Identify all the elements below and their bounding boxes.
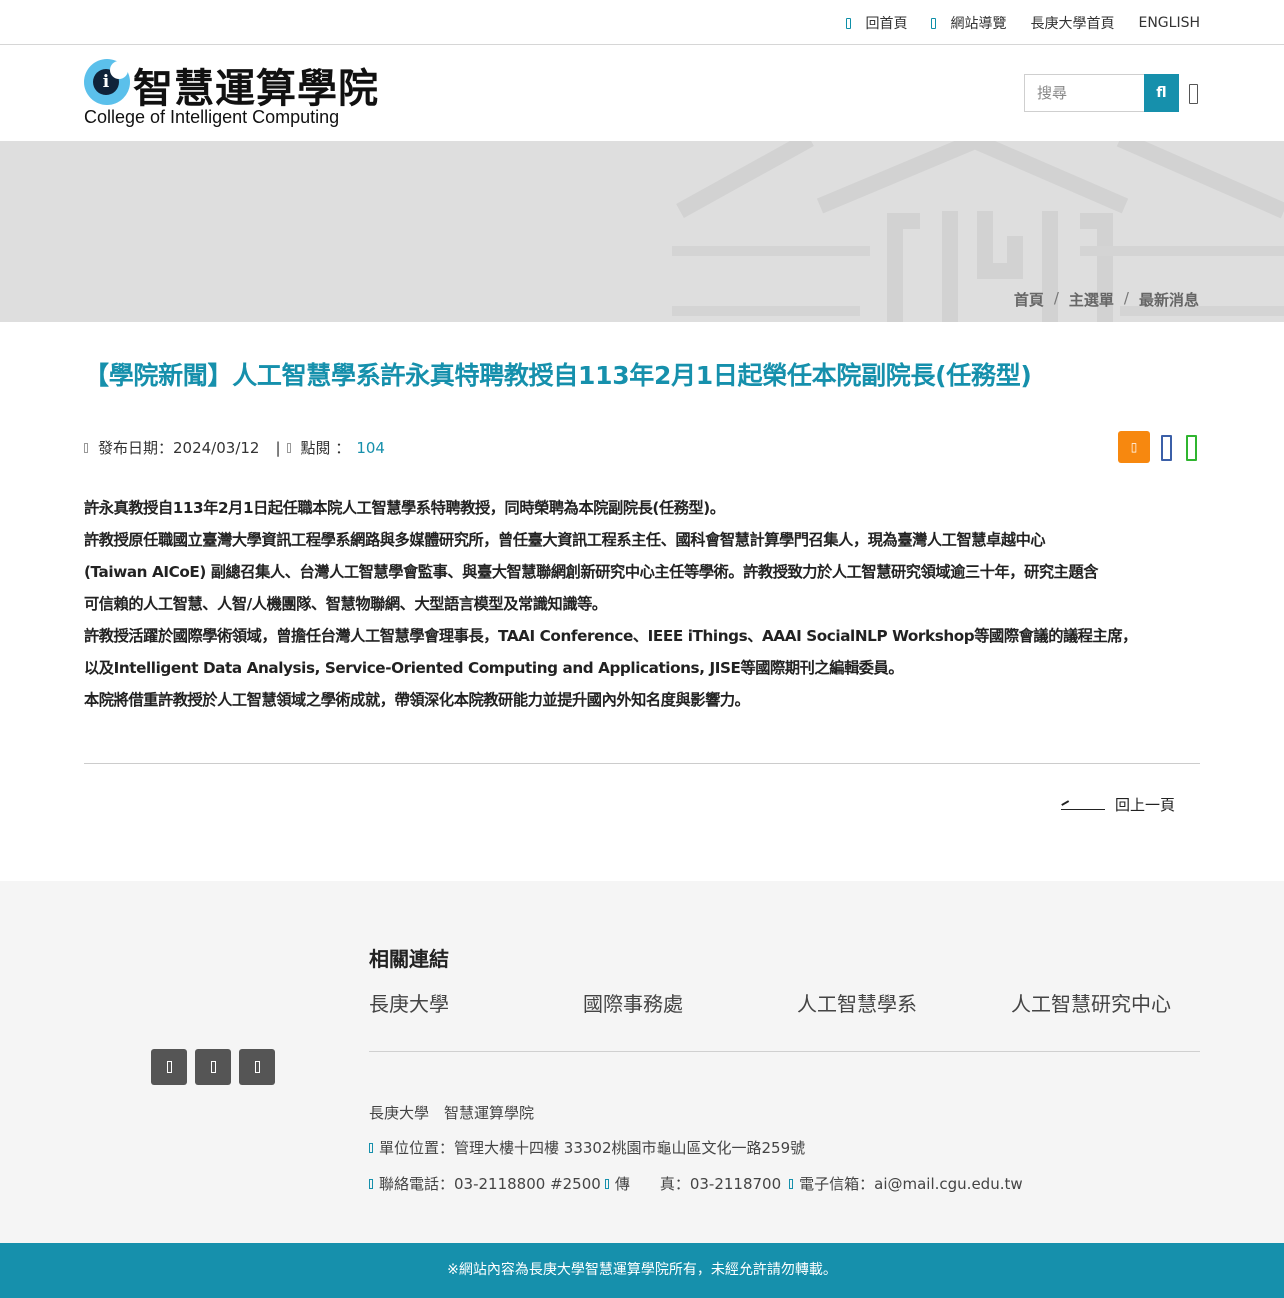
related-link-cgu[interactable]: 長庚大學 (369, 988, 583, 1017)
back-button[interactable]: 回上一頁 (1061, 794, 1175, 815)
home-link[interactable]: 回首頁 (846, 13, 907, 33)
breadcrumb-main-menu[interactable]: 主選單 (1069, 289, 1114, 310)
arrow-left-icon (1061, 799, 1105, 811)
footer-address: 單位位置：管理大樓十四樓 33302桃園市龜山區文化一路259號 (369, 1137, 805, 1158)
article-paragraph: 可信賴的人工智慧、人智/人機團隊、智慧物聯網、大型語言模型及常識知識等。 (84, 595, 607, 613)
site-footer: 相關連結 長庚大學 國際事務處 人工智慧學系 人工智慧研究中心 長庚大學 智慧運… (0, 881, 1284, 1243)
related-links: 長庚大學 國際事務處 人工智慧學系 人工智慧研究中心 (369, 988, 1225, 1017)
related-link-international-affairs[interactable]: 國際事務處 (583, 988, 797, 1017)
related-link-ai-department[interactable]: 人工智慧學系 (797, 988, 1011, 1017)
english-link[interactable]: ENGLISH (1138, 13, 1200, 33)
search-input[interactable] (1024, 74, 1144, 112)
article-body: 許永真教授自113年2月1日起任職本院人工智慧學系特聘教授，同時榮聘為本院副院長… (84, 492, 1200, 716)
search-button[interactable]: fl (1144, 74, 1179, 112)
youtube-icon[interactable] (195, 1049, 231, 1085)
line-share-icon[interactable] (1186, 435, 1197, 461)
article-paragraph: 許永真教授自113年2月1日起任職本院人工智慧學系特聘教授，同時榮聘為本院副院長… (84, 499, 725, 517)
back-label: 回上一頁 (1115, 796, 1176, 814)
page-banner: 首頁 / 主選單 / 最新消息 (0, 141, 1284, 322)
university-home-link[interactable]: 長庚大學首頁 (1030, 13, 1114, 33)
article-meta: 發布日期：2024/03/12 | 點閱 ： 104 (84, 437, 385, 458)
publish-date: 發布日期：2024/03/12 (98, 439, 260, 457)
menu-icon[interactable] (1189, 84, 1198, 104)
fax-icon (604, 1178, 609, 1189)
share-buttons: ▯ (1118, 431, 1200, 463)
views-count: 104 (356, 438, 385, 457)
article-title: 【學院新聞】人工智慧學系許永真特聘教授自113年2月1日起榮任本院副院長(任務型… (84, 361, 1032, 390)
breadcrumb-home[interactable]: 首頁 (1014, 289, 1044, 310)
footer-divider (369, 1051, 1200, 1052)
phone-icon (369, 1178, 373, 1189)
footer-organization: 長庚大學 智慧運算學院 (369, 1104, 535, 1122)
utility-links: 回首頁 網站導覽 長庚大學首頁 ENGLISH (846, 13, 1200, 33)
sitemap-icon (931, 17, 937, 29)
logo-mark: i (84, 59, 130, 105)
instagram-icon[interactable] (239, 1049, 275, 1085)
article-paragraph: 本院將借重許教授於人工智慧領域之學術成就，帶領深化本院教研能力並提升國內外知名度… (84, 691, 750, 709)
views-label: 點閱 ： (300, 439, 351, 457)
logo-chinese-name: 智慧運算學院 (133, 66, 379, 112)
location-icon (369, 1142, 373, 1153)
calendar-icon (84, 442, 88, 453)
copyright-bar: ※網站內容為長庚大學智慧運算學院所有，未經允許請勿轉載。 (0, 1243, 1284, 1298)
email-icon (789, 1178, 794, 1189)
home-icon (846, 17, 852, 29)
college-logo[interactable]: i 智慧運算學院 College of Intelligent Computin… (84, 58, 384, 128)
footer-contact: 聯絡電話：03-2118800 #2500 傳 真：03-2118700 電子信… (369, 1173, 1023, 1194)
social-links (151, 1049, 275, 1085)
top-utility-bar: 回首頁 網站導覽 長庚大學首頁 ENGLISH (0, 0, 1284, 45)
breadcrumb: 首頁 / 主選單 / 最新消息 (1013, 289, 1199, 310)
related-links-title: 相關連結 (369, 947, 449, 971)
facebook-share-icon[interactable] (1161, 435, 1172, 461)
search-box: fl (1024, 74, 1179, 112)
content-divider (84, 763, 1200, 764)
sitemap-link[interactable]: 網站導覽 (931, 13, 1006, 33)
rss-icon[interactable]: ▯ (1118, 431, 1150, 463)
breadcrumb-latest-news[interactable]: 最新消息 (1139, 289, 1199, 310)
related-link-ai-research-center[interactable]: 人工智慧研究中心 (1011, 988, 1225, 1017)
article-paragraph: 以及Intelligent Data Analysis, Service-Ori… (84, 659, 904, 677)
eye-icon (286, 442, 291, 453)
logo-english-name: College of Intelligent Computing (84, 107, 340, 127)
article-paragraph: (Taiwan AICoE) 副總召集人、台灣人工智慧學會監事、與臺大智慧聯網創… (84, 563, 1099, 581)
facebook-icon[interactable] (151, 1049, 187, 1085)
site-header: i 智慧運算學院 College of Intelligent Computin… (0, 45, 1284, 141)
article-paragraph: 許教授活躍於國際學術領域，曾擔任台灣人工智慧學會理事長，TAAI Confere… (84, 627, 1137, 645)
article-paragraph: 許教授原任職國立臺灣大學資訊工程學系網路與多媒體研究所，曾任臺大資訊工程系主任、… (84, 531, 1046, 549)
